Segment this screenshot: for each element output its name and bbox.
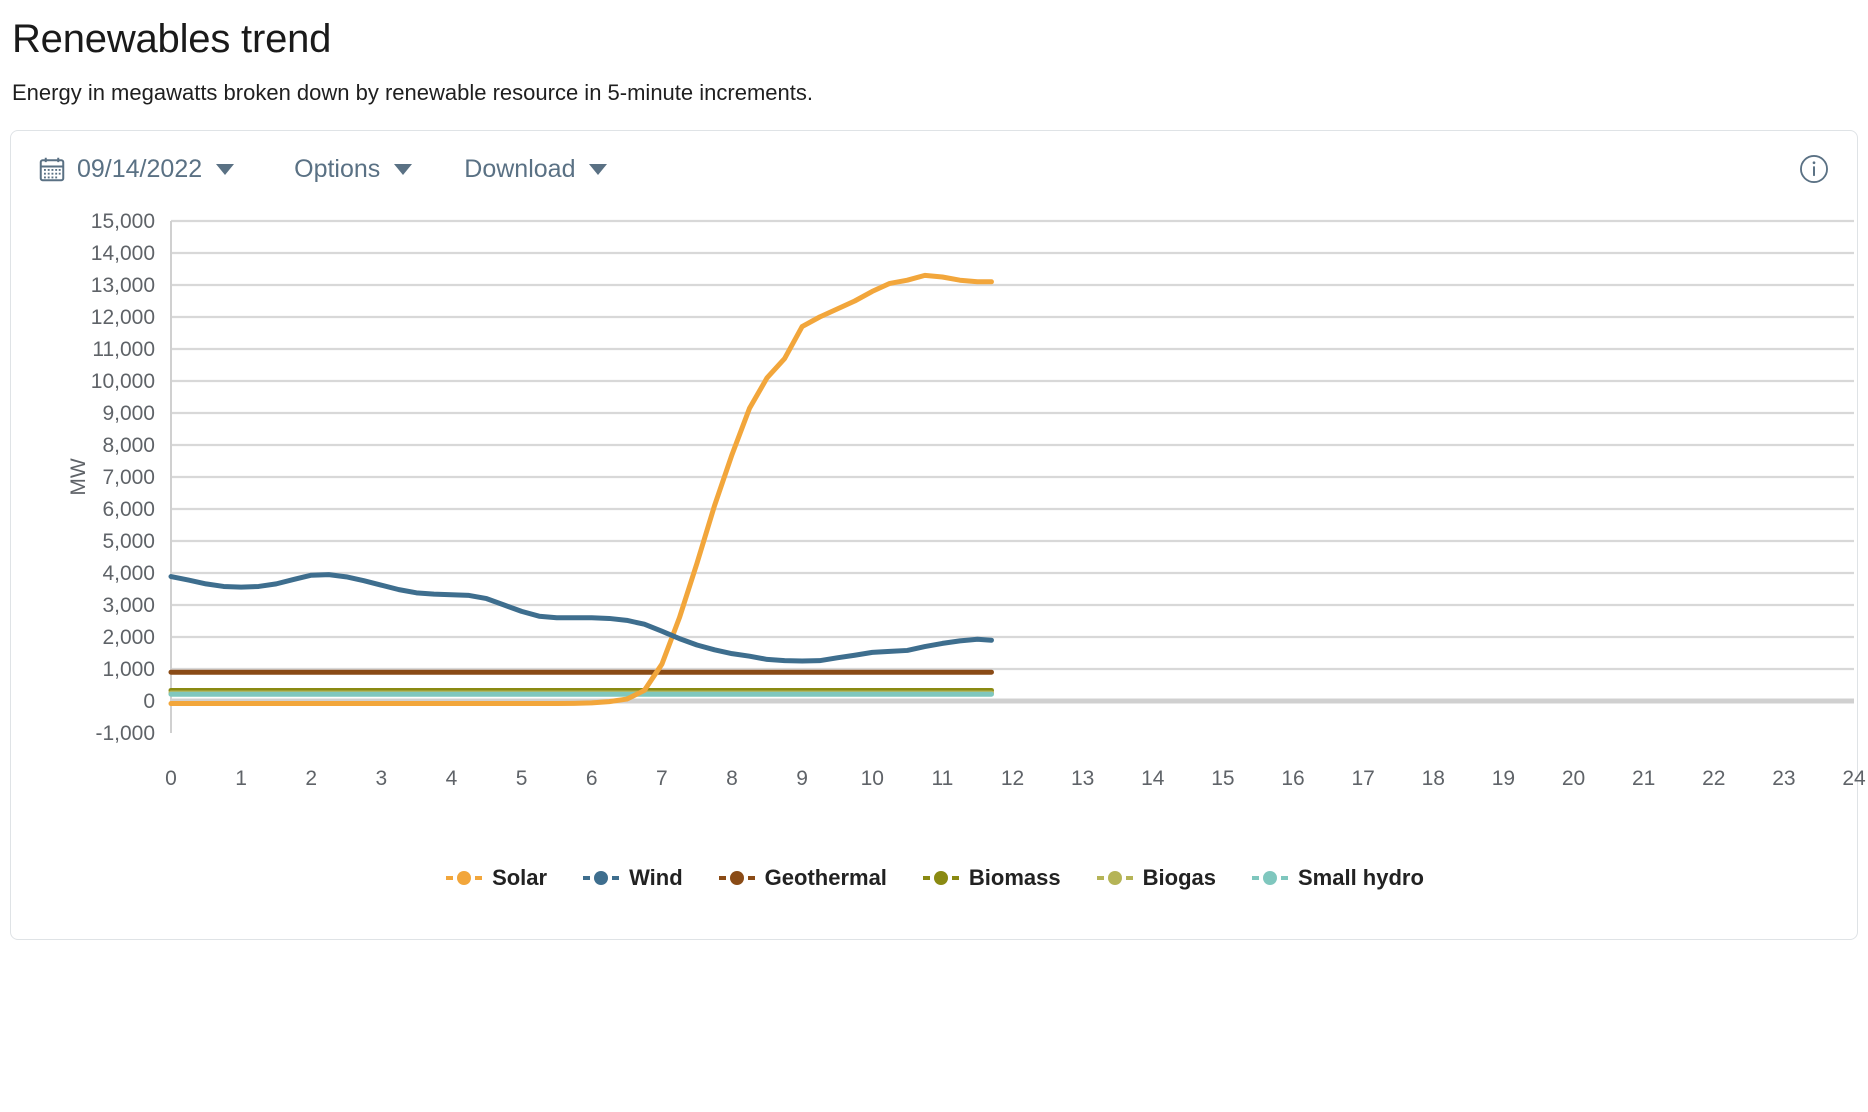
y-axis-tick-label: 0 <box>143 690 155 713</box>
y-axis-tick-label: 1,000 <box>102 658 155 681</box>
legend-marker-icon <box>1096 871 1133 885</box>
legend-item-solar[interactable]: Solar <box>444 865 547 891</box>
x-axis-tick-label: 18 <box>1422 767 1445 790</box>
y-axis-title: MW <box>67 458 90 495</box>
legend-marker-icon <box>583 871 620 885</box>
legend-label: Solar <box>492 865 548 890</box>
x-axis-tick-label: 5 <box>516 767 528 790</box>
y-axis-tick-label: 15,000 <box>91 210 155 233</box>
x-axis-tick-label: 9 <box>796 767 808 790</box>
legend-item-biomass[interactable]: Biomass <box>921 865 1061 891</box>
legend-item-geothermal[interactable]: Geothermal <box>717 865 887 891</box>
x-axis-tick-label: 12 <box>1001 767 1024 790</box>
x-axis-tick-label: 2 <box>305 767 317 790</box>
x-axis-tick-label: 1 <box>235 767 247 790</box>
caret-down-icon <box>589 163 608 175</box>
legend-marker-icon <box>922 871 959 885</box>
x-axis-tick-label: 8 <box>726 767 738 790</box>
x-axis-tick-label: 3 <box>376 767 388 790</box>
chart-plot-area: -1,000 0 1,000 2,000 3,000 4,000 5,000 6,000 7,0… <box>11 207 1866 927</box>
renewables-line-chart: -1,000 0 1,000 2,000 3,000 4,000 5,000 6,000 7,0… <box>67 210 1866 790</box>
legend-label: Biogas <box>1142 865 1216 890</box>
chart-card: 09/14/2022 Options Download -1,000 0 1,0… <box>10 130 1866 940</box>
y-axis-tick-label: 5,000 <box>102 530 155 553</box>
x-axis-tick-label: 14 <box>1141 767 1165 790</box>
y-axis-tick-label: 13,000 <box>91 274 155 297</box>
y-axis-tick-label: 8,000 <box>102 434 155 457</box>
download-menu-label: Download <box>464 154 576 183</box>
x-axis-tick-label: 15 <box>1211 767 1234 790</box>
date-picker-label: 09/14/2022 <box>77 154 203 183</box>
x-axis-tick-label: 4 <box>446 767 458 790</box>
x-axis-tick-label: 10 <box>861 767 884 790</box>
y-axis-tick-label: 2,000 <box>102 626 155 649</box>
calendar-icon <box>37 154 67 184</box>
legend-label: Small hydro <box>1298 865 1424 890</box>
y-axis-tick-label: 11,000 <box>92 338 155 361</box>
page-root: Renewables trend Energy in megawatts bro… <box>0 0 1868 940</box>
series-line-wind <box>168 572 994 664</box>
legend-item-biogas[interactable]: Biogas <box>1095 865 1216 891</box>
legend-label: Biomass <box>968 865 1061 890</box>
legend-label: Wind <box>629 865 683 890</box>
y-axis-tick-label: 3,000 <box>102 594 155 617</box>
x-axis-tick-label: 0 <box>165 767 177 790</box>
x-axis-tick-label: 23 <box>1772 767 1795 790</box>
y-axis-tick-label: 7,000 <box>102 466 155 489</box>
download-menu-button[interactable]: Download <box>464 154 608 184</box>
y-axis-tick-label: 6,000 <box>102 498 155 521</box>
x-axis-tick-label: 24 <box>1842 767 1866 790</box>
legend-item-small-hydro[interactable]: Small hydro <box>1250 865 1424 891</box>
options-menu-label: Options <box>294 154 381 183</box>
legend-marker-icon <box>718 871 755 885</box>
y-axis-tick-label: 14,000 <box>91 242 155 265</box>
chart-legend: Solar Wind Geothermal Biomass Biogas Small hy… <box>11 865 1857 891</box>
y-axis-tick-label: -1,000 <box>95 722 155 745</box>
chart-toolbar: 09/14/2022 Options Download <box>11 131 1857 207</box>
series-line-solar <box>168 272 994 707</box>
options-menu-button[interactable]: Options <box>294 154 413 184</box>
info-circle-icon[interactable] <box>1797 152 1835 186</box>
x-axis-tick-label: 6 <box>586 767 598 790</box>
page-subtitle: Energy in megawatts broken down by renew… <box>12 80 813 105</box>
x-axis-tick-label: 7 <box>656 767 668 790</box>
legend-item-wind[interactable]: Wind <box>581 865 683 891</box>
legend-marker-icon <box>446 871 483 885</box>
x-axis-tick-label: 21 <box>1632 767 1655 790</box>
y-axis-tick-label: 10,000 <box>91 370 155 393</box>
x-axis-tick-label: 13 <box>1071 767 1094 790</box>
x-axis-tick-label: 11 <box>931 767 953 790</box>
y-axis-tick-label: 12,000 <box>91 306 155 329</box>
y-axis-tick-label: 9,000 <box>102 402 155 425</box>
caret-down-icon <box>216 163 235 175</box>
caret-down-icon <box>394 163 413 175</box>
legend-label: Geothermal <box>764 865 887 890</box>
page-title: Renewables trend <box>12 17 332 61</box>
legend-marker-icon <box>1252 871 1288 885</box>
date-picker-button[interactable]: 09/14/2022 <box>37 154 235 184</box>
x-axis-tick-label: 20 <box>1562 767 1585 790</box>
x-axis-tick-label: 22 <box>1702 767 1725 790</box>
y-axis-tick-label: 4,000 <box>102 562 155 585</box>
x-axis-tick-label: 19 <box>1492 767 1515 790</box>
x-axis-tick-label: 17 <box>1351 767 1374 790</box>
x-axis-tick-label: 16 <box>1281 767 1304 790</box>
